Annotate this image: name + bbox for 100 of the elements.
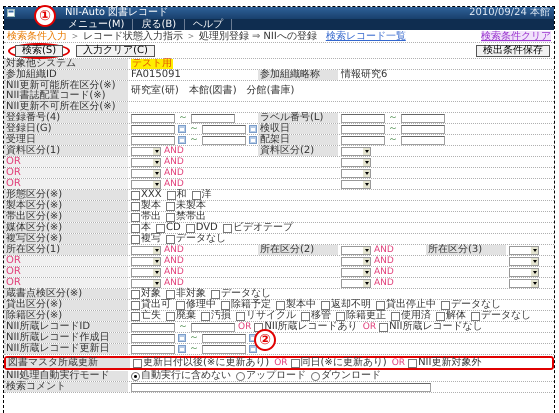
dropdown[interactable] [509,268,539,276]
checkbox[interactable] [133,358,142,368]
save-button[interactable]: 検出条件保存 [476,44,550,56]
dropdown[interactable] [131,268,161,276]
checkbox[interactable] [441,300,450,310]
checkbox-label: データなし [451,300,501,310]
dropdown[interactable] [131,246,161,254]
checkbox[interactable] [131,290,140,298]
menu-item[interactable]: ヘルプ [185,19,232,30]
checkbox[interactable] [222,224,232,232]
checkbox[interactable] [166,234,175,244]
text-field[interactable] [131,114,175,122]
checkbox[interactable] [201,312,210,320]
checkbox[interactable] [321,300,330,310]
field-label: 貸出区分(※) [4,300,128,310]
dropdown[interactable] [131,146,161,156]
checkbox-label: NII更新対象外 [418,358,482,368]
field-label: 参加組織略称 [258,70,338,80]
or-label: OR [4,157,128,167]
dropdown[interactable] [509,278,539,288]
checkbox[interactable] [376,300,385,310]
radio-button[interactable] [131,372,140,380]
checkbox-label: XXX [141,190,162,200]
dropdown[interactable] [131,168,161,178]
date-field[interactable] [202,344,246,354]
checkbox[interactable] [131,300,140,310]
field-label: NII更新不可所在区分(※) [4,102,128,112]
menu-item[interactable]: 戻る(B) [133,19,186,30]
date-field[interactable] [131,124,175,134]
text-field[interactable] [341,124,385,134]
date-field[interactable] [131,334,175,342]
checkbox[interactable] [156,224,165,232]
dropdown[interactable] [341,146,371,156]
checkbox[interactable] [131,312,140,320]
dropdown[interactable] [341,158,371,166]
dropdown[interactable] [341,180,371,188]
text-field[interactable] [401,124,445,134]
checkbox[interactable] [236,312,245,320]
text-field[interactable] [191,322,235,332]
checkbox[interactable] [336,312,345,320]
checkbox[interactable] [166,290,175,298]
dropdown[interactable] [341,268,371,276]
search-button[interactable]: 検索(S) [15,44,64,56]
date-field[interactable] [131,136,175,144]
radio-button[interactable] [311,372,320,380]
text-field[interactable] [401,114,445,122]
checkbox[interactable] [131,212,140,222]
dropdown[interactable] [341,168,371,178]
checkbox[interactable] [254,322,264,332]
field-label: 資料区分(1) [4,146,128,156]
date-field[interactable] [202,334,246,342]
dropdown[interactable] [341,256,371,266]
record-list-link[interactable]: 検索レコード一覧 [326,30,406,42]
checkbox[interactable] [166,212,175,222]
date-field[interactable] [202,136,246,144]
text-field[interactable] [191,114,235,122]
checkbox[interactable] [221,300,230,310]
field-label: 除籍区分(※) [4,311,128,321]
text-field[interactable] [401,136,445,144]
dropdown[interactable] [341,278,371,288]
operator-label: AND [164,168,184,178]
checkbox[interactable] [379,322,388,332]
dropdown[interactable] [131,158,161,166]
checkbox[interactable] [166,190,176,200]
checkbox[interactable] [276,300,285,310]
checkbox[interactable] [166,312,175,320]
dropdown[interactable] [509,256,539,266]
text-field[interactable] [341,136,385,144]
checkbox[interactable] [301,312,310,320]
checkbox[interactable] [176,300,185,310]
checkbox[interactable] [131,202,140,210]
clear-link[interactable]: 検索条件クリア [481,30,551,42]
checkbox[interactable] [131,190,140,200]
dropdown[interactable] [131,256,161,266]
radio-button[interactable] [236,372,245,380]
text-field[interactable] [131,322,175,332]
text-field[interactable] [341,114,385,122]
dropdown[interactable] [131,278,161,288]
menu-item[interactable]: メニュー(M) [60,19,134,30]
field-label: 登録番号(4) [4,113,128,123]
checkbox-label: 返却不明 [331,300,371,310]
checkbox[interactable] [436,312,445,320]
range-separator: ～ [189,344,199,354]
checkbox[interactable] [131,234,140,244]
checkbox[interactable] [391,312,400,320]
dropdown[interactable] [131,180,161,188]
checkbox[interactable] [408,358,418,368]
checkbox[interactable] [290,358,300,368]
dropdown[interactable] [509,246,539,254]
checkbox[interactable] [211,290,220,298]
checkbox[interactable] [471,312,480,320]
dropdown[interactable] [341,246,371,254]
date-field[interactable] [202,124,246,134]
date-field[interactable] [131,344,175,354]
checkbox[interactable] [131,224,140,232]
comment-field[interactable] [131,382,431,392]
checkbox[interactable] [186,224,195,232]
checkbox[interactable] [166,202,175,210]
checkbox[interactable] [192,190,201,200]
clear-button[interactable]: 入力クリア(C) [76,44,155,56]
